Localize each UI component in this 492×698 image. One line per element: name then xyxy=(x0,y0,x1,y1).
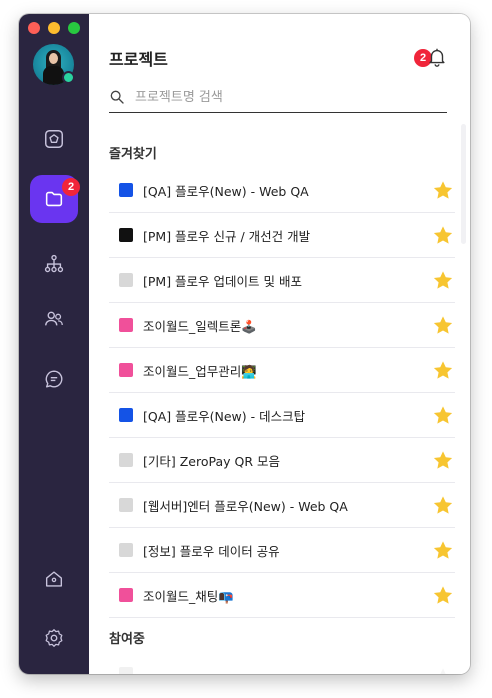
project-color-square xyxy=(119,498,133,512)
main-panel: 프로젝트 2 즐겨찾기 [QA] 플로우(New) - Web QA xyxy=(89,14,470,674)
favorites-section-title: 즐겨찾기 xyxy=(109,147,157,162)
search-input[interactable] xyxy=(135,89,435,105)
list-item[interactable]: 조이월드_일렉트론🕹️ xyxy=(109,303,455,348)
star-icon[interactable] xyxy=(431,539,455,562)
project-color-square xyxy=(119,273,133,287)
sidebar: 2 xyxy=(19,14,89,674)
project-name: [기타] ZeroPay QR 모음 xyxy=(143,453,280,469)
project-name: [QA] 플로우(New) - 데스크탑 xyxy=(143,408,306,424)
list-item[interactable]: [PM] 플로우 업데이트 및 배포 xyxy=(109,258,455,303)
page-title: 프로젝트 xyxy=(109,50,168,69)
project-color-square xyxy=(119,588,133,602)
project-name: [PM] 플로우 신규 / 개선건 개발 xyxy=(143,228,311,244)
zoom-window-button[interactable] xyxy=(68,22,80,34)
sidebar-item-pentagon[interactable] xyxy=(30,115,78,163)
list-item[interactable]: 조이월드_채팅📭 xyxy=(109,573,455,618)
list-item[interactable]: [기타] ZeroPay QR 모음 xyxy=(109,438,455,483)
sidebar-item-org-chart[interactable] xyxy=(30,240,78,288)
project-color-square xyxy=(119,543,133,557)
bell-icon[interactable] xyxy=(426,46,448,68)
project-name: [QA] 플로우(New) - Web QA xyxy=(143,183,309,199)
house-icon xyxy=(45,571,63,587)
sidebar-item-projects[interactable]: 2 xyxy=(30,175,80,223)
sidebar-item-settings[interactable] xyxy=(30,614,78,662)
gear-icon xyxy=(45,629,63,647)
project-name: 조이월드_채팅📭 xyxy=(143,588,234,604)
project-name: 조이월드_일렉트론🕹️ xyxy=(143,318,257,334)
sidebar-item-house[interactable] xyxy=(30,555,78,603)
participating-section-title: 참여중 xyxy=(109,632,145,647)
star-icon[interactable] xyxy=(431,314,455,337)
search-bar xyxy=(109,82,447,113)
online-status-dot xyxy=(62,71,75,84)
folder-icon xyxy=(45,191,63,207)
star-icon[interactable] xyxy=(431,449,455,472)
project-name: [정보] 플로우 데이터 공유 xyxy=(143,543,280,559)
list-item[interactable]: [QA] 플로우(New) - 데스크탑 xyxy=(109,393,455,438)
sidebar-item-people[interactable] xyxy=(30,295,78,343)
list-item[interactable]: [PM] 플로우 신규 / 개선건 개발 xyxy=(109,213,455,258)
star-icon[interactable] xyxy=(431,404,455,427)
favorites-list: [QA] 플로우(New) - Web QA [PM] 플로우 신규 / 개선건… xyxy=(109,168,455,618)
people-icon xyxy=(45,311,63,326)
chat-icon xyxy=(45,370,63,388)
list-item[interactable]: [웹서버]엔터 플로우(New) - Web QA xyxy=(109,483,455,528)
scrollbar[interactable] xyxy=(461,124,466,244)
list-item[interactable]: [정보] 플로우 데이터 공유 xyxy=(109,528,455,573)
sidebar-item-chat[interactable] xyxy=(30,355,78,403)
list-item[interactable] xyxy=(109,664,455,674)
project-name: 조이월드_업무관리🧑‍💻 xyxy=(143,363,257,379)
hierarchy-icon xyxy=(44,254,64,273)
projects-badge: 2 xyxy=(62,178,80,196)
star-icon[interactable] xyxy=(431,179,455,202)
app-window: 2 프로젝트 2 프로젝트명 검색 즐겨찾기 [QA] 플로우(New) - W… xyxy=(19,14,470,674)
close-window-button[interactable] xyxy=(28,22,40,34)
star-icon[interactable] xyxy=(431,359,455,382)
star-icon[interactable] xyxy=(431,494,455,517)
search-icon xyxy=(110,90,124,104)
project-name: [웹서버]엔터 플로우(New) - Web QA xyxy=(143,498,348,514)
project-color-square xyxy=(119,363,133,377)
project-color-square xyxy=(119,453,133,467)
star-icon[interactable] xyxy=(431,269,455,292)
minimize-window-button[interactable] xyxy=(48,22,60,34)
star-icon[interactable] xyxy=(431,584,455,607)
project-color-square xyxy=(119,408,133,422)
star-outline-icon[interactable] xyxy=(431,666,455,674)
list-item[interactable]: 조이월드_업무관리🧑‍💻 xyxy=(109,348,455,393)
project-color-square xyxy=(119,183,133,197)
project-color-square xyxy=(119,228,133,242)
project-color-square xyxy=(119,667,133,674)
project-name: [PM] 플로우 업데이트 및 배포 xyxy=(143,273,302,289)
star-icon[interactable] xyxy=(431,224,455,247)
pentagon-icon xyxy=(45,130,63,148)
project-color-square xyxy=(119,318,133,332)
list-item[interactable]: [QA] 플로우(New) - Web QA xyxy=(109,168,455,213)
